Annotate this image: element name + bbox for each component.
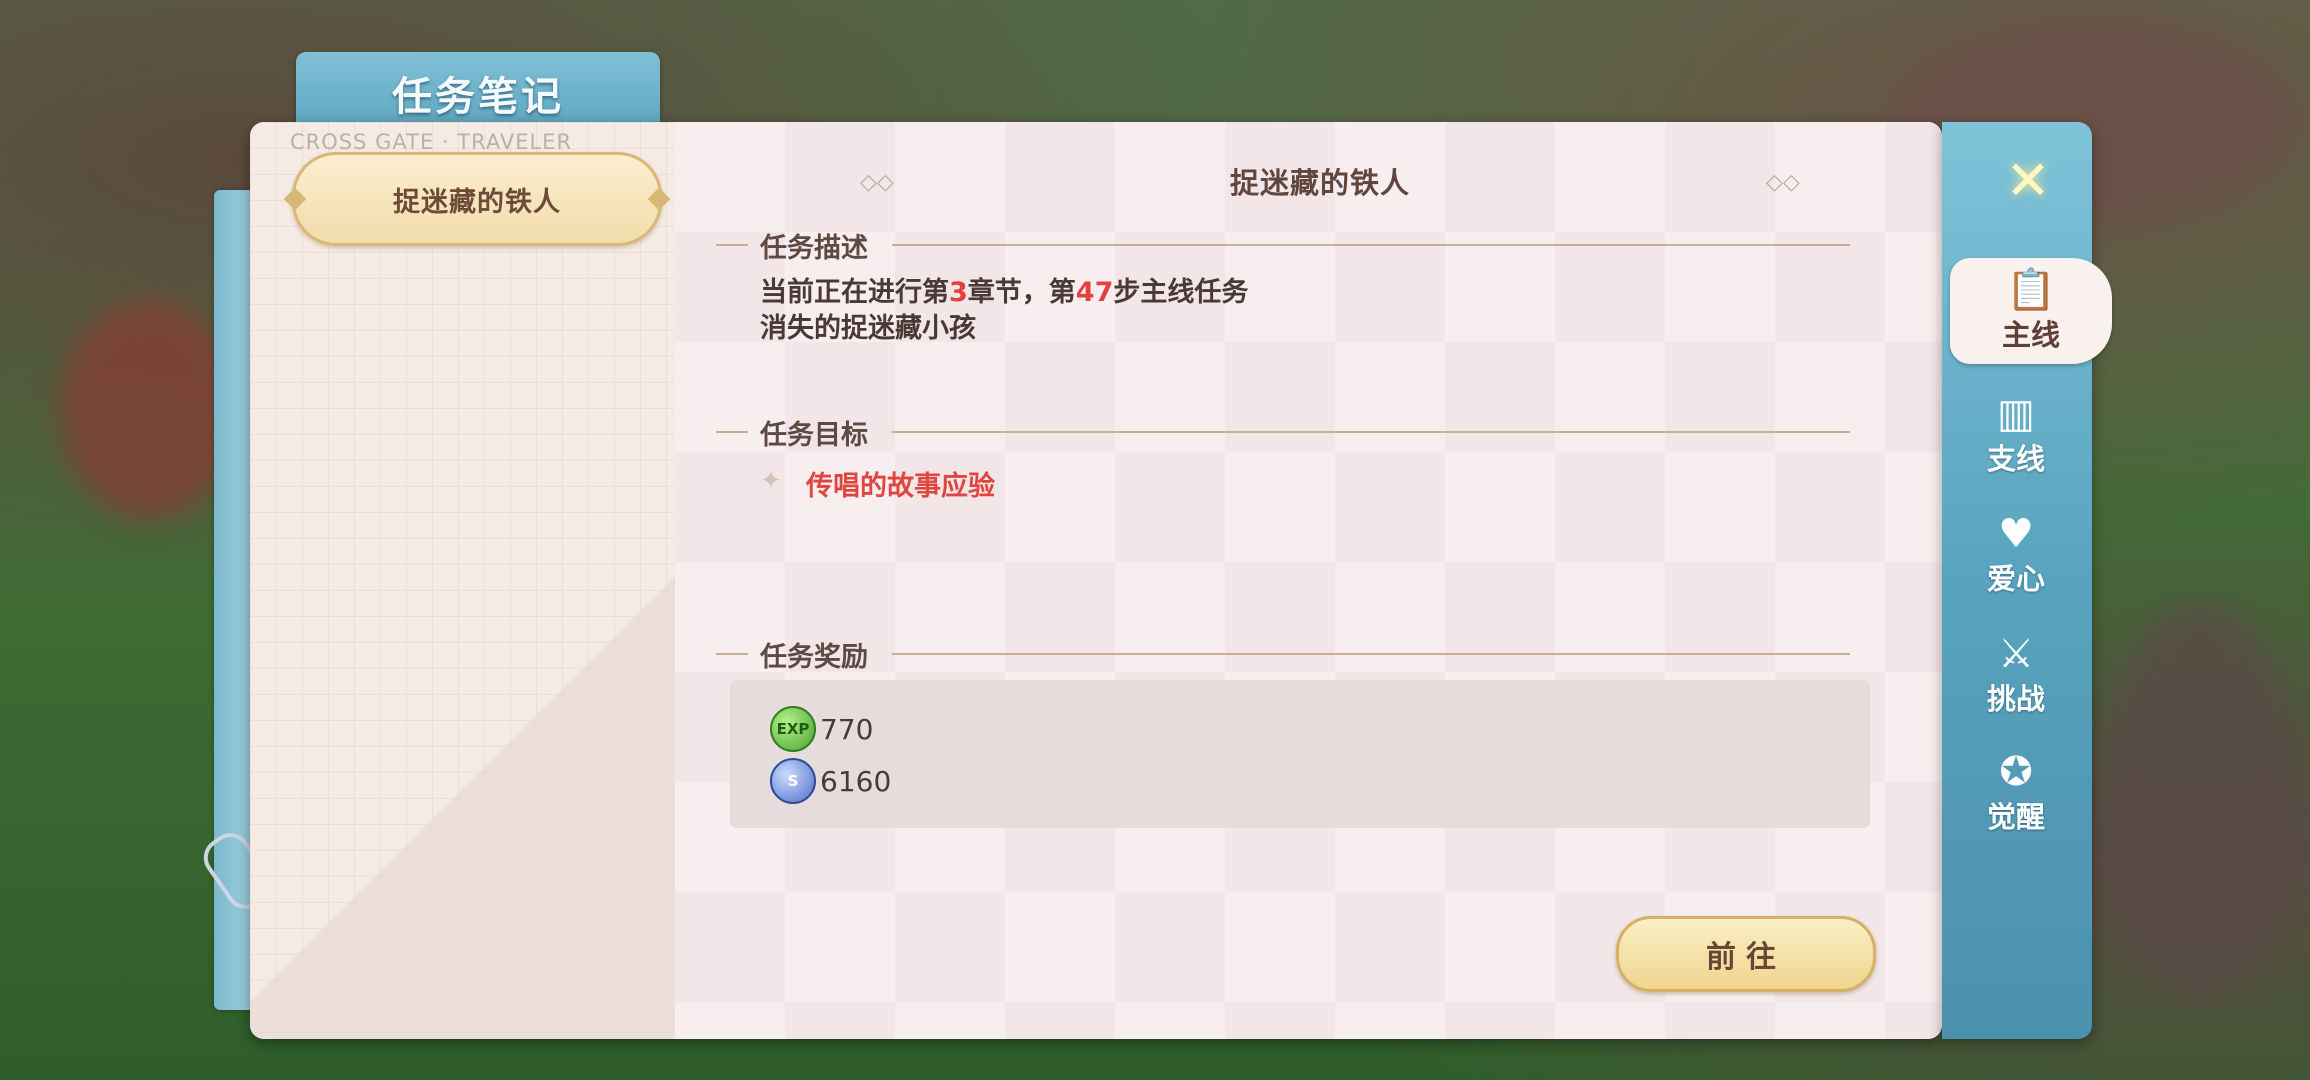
title-ornament-left-icon: ◇◇ (860, 170, 894, 195)
reward-item: S 6160 (770, 758, 891, 804)
tab-side-quest[interactable]: ▥ 支线 (1948, 382, 2084, 488)
book-title: 任务笔记 (392, 74, 564, 120)
step-number: 47 (1075, 277, 1114, 308)
reward-section-header: 任务奖励 (716, 633, 1856, 673)
description-heading: 任务描述 (760, 233, 868, 264)
description-line-2: 消失的捉迷藏小孩 (760, 313, 976, 344)
tab-label: 支线 (1986, 442, 2045, 476)
reward-heading: 任务奖励 (760, 642, 868, 673)
book-subtitle: CROSS GATE · TRAVELER (290, 130, 573, 154)
goal-section-header: 任务目标 (716, 411, 1856, 451)
description-suffix: 步主线任务 (1113, 277, 1249, 308)
tab-awaken[interactable]: ✪ 觉醒 (1948, 740, 2084, 846)
section-divider (716, 431, 748, 433)
goal-text: 传唱的故事应验 (806, 471, 995, 502)
section-divider (716, 244, 748, 246)
awaken-icon: ✪ (1999, 749, 2033, 795)
reward-item: EXP 770 (770, 706, 873, 752)
clipboard-icon: 📋 (2006, 267, 2056, 313)
quest-list-item-label: 捉迷藏的铁人 (393, 186, 561, 218)
go-button[interactable]: 前往 (1616, 916, 1876, 992)
section-divider (716, 653, 748, 655)
reward-value: 6160 (820, 764, 892, 798)
chapter-number: 3 (949, 277, 968, 308)
section-divider (892, 653, 1850, 655)
description-prefix: 当前正在进行第 (760, 277, 949, 308)
description-mid: 章节，第 (967, 277, 1076, 308)
tab-label: 爱心 (1986, 562, 2045, 596)
description-line-1: 当前正在进行第3章节，第47步主线任务 (760, 270, 1248, 309)
description-section-header: 任务描述 (716, 224, 1856, 264)
tab-label: 主线 (2001, 318, 2060, 352)
close-icon[interactable]: ✕ (1998, 149, 2058, 212)
tab-label: 觉醒 (1986, 800, 2045, 834)
sparkle-icon: ✦ (760, 466, 782, 496)
coin-icon: S (770, 758, 816, 804)
background-scenery (2100, 600, 2300, 1000)
title-ornament-right-icon: ◇◇ (1766, 170, 1800, 195)
quest-detail-title: 捉迷藏的铁人 (1229, 166, 1410, 200)
reward-box: EXP 770 S 6160 (730, 680, 1870, 828)
background-scenery (60, 300, 240, 520)
tab-challenge[interactable]: ⚔ 挑战 (1948, 622, 2084, 728)
crossed-swords-icon: ⚔ (1998, 631, 2034, 677)
notebook-icon: ▥ (1997, 391, 2035, 437)
exp-icon: EXP (770, 706, 816, 752)
tab-label: 挑战 (1986, 682, 2045, 716)
section-divider (892, 431, 1850, 433)
quest-list-item[interactable]: 捉迷藏的铁人 (283, 152, 671, 246)
tab-main-quest[interactable]: 📋 主线 (1950, 258, 2112, 364)
section-divider (892, 244, 1850, 246)
go-button-label: 前往 (1706, 940, 1786, 975)
reward-value: 770 (820, 712, 874, 746)
heart-icon: ♥ (1998, 511, 2034, 557)
goal-heading: 任务目标 (760, 420, 868, 451)
quest-list-pane (250, 122, 675, 1039)
tab-love[interactable]: ♥ 爱心 (1948, 502, 2084, 608)
